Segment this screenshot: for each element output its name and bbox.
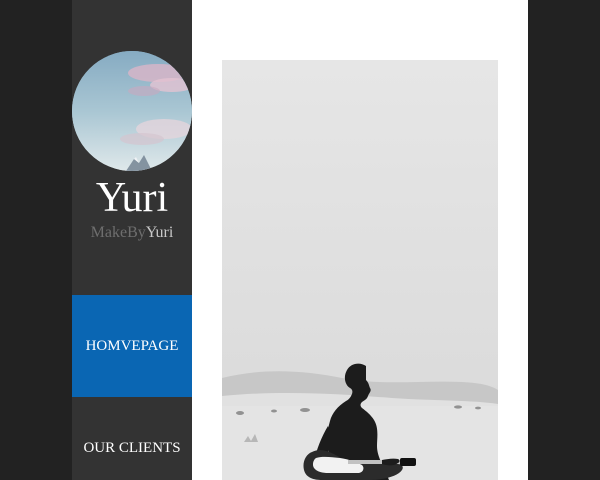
brand-subtitle: MakeByYuri — [72, 223, 192, 243]
sidebar: Yuri MakeByYuri HOMVEPAGE OUR CLIENTS — [72, 0, 192, 480]
brand-subtitle-suffix: Yuri — [145, 224, 174, 241]
right-strip — [528, 0, 600, 480]
avatar-image — [72, 51, 192, 171]
hero-photo — [222, 60, 498, 480]
guitarist-silhouette-graphic — [222, 60, 498, 480]
brand-name: Yuri — [95, 175, 169, 221]
brand-subtitle-prefix: MakeBy — [90, 224, 146, 241]
avatar-sky-graphic — [72, 51, 192, 171]
main-content — [192, 0, 528, 480]
nav-item-our-clients[interactable]: OUR CLIENTS — [72, 398, 192, 480]
page: Yuri MakeByYuri HOMVEPAGE OUR CLIENTS — [0, 0, 600, 480]
nav-item-homepage[interactable]: HOMVEPAGE — [72, 295, 192, 397]
